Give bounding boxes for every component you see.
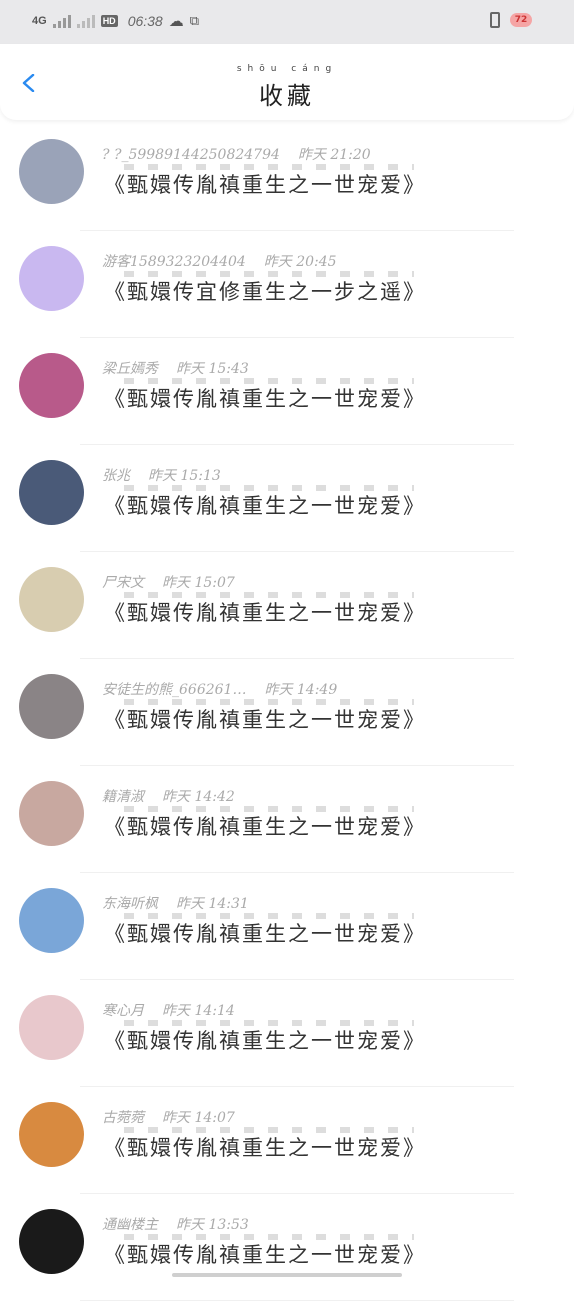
avatar[interactable]: [19, 674, 84, 739]
novel-title[interactable]: 《甄嬛传胤禛重生之一世宠爱》: [104, 918, 426, 948]
comment-time: 昨天 15:43: [176, 361, 249, 377]
avatar[interactable]: [19, 781, 84, 846]
user-name[interactable]: ? ?_599891442508​24794: [102, 147, 280, 163]
user-name[interactable]: 安徒生的熊_666261…: [102, 682, 246, 698]
comment-meta: 通幽楼主 昨天 13:53: [102, 1214, 249, 1234]
comment-meta: 游客15893232044​04 昨天 20:45: [102, 251, 337, 271]
avatar[interactable]: [19, 1209, 84, 1274]
list-item[interactable]: 古菀菀 昨天 14:07 《甄嬛传胤禛重生之一世宠爱》: [0, 1087, 574, 1194]
list-item[interactable]: 安徒生的熊_666261… 昨天 14:49 《甄嬛传胤禛重生之一世宠爱》: [0, 659, 574, 766]
list-item[interactable]: 寒心月 昨天 14:14 《甄嬛传胤禛重生之一世宠爱》: [0, 980, 574, 1087]
novel-title[interactable]: 《甄嬛传胤禛重生之一世宠爱》: [104, 811, 426, 841]
avatar[interactable]: [19, 995, 84, 1060]
novel-title[interactable]: 《甄嬛传胤禛重生之一世宠爱》: [104, 704, 426, 734]
comment-time: 昨天 15:07: [162, 575, 235, 591]
home-indicator[interactable]: [172, 1273, 402, 1277]
novel-title[interactable]: 《甄嬛传宜修重生之一步之遥》: [104, 276, 426, 306]
avatar[interactable]: [19, 246, 84, 311]
novel-title[interactable]: 《甄嬛传胤禛重生之一世宠爱》: [104, 490, 426, 520]
hd-badge: HD: [100, 15, 118, 27]
battery-icon: 72: [510, 13, 532, 27]
user-name[interactable]: 东海听枫: [102, 896, 158, 912]
comment-time: 昨天 14:49: [264, 682, 338, 698]
comment-time: 昨天 14:31: [176, 896, 249, 912]
page-title-pinyin: shōu cáng: [236, 64, 338, 74]
screenshot-icon: ⧉: [189, 13, 200, 28]
comment-time: 昨天 13:53: [176, 1217, 249, 1233]
list-item[interactable]: 游客15893232044​04 昨天 20:45 《甄嬛传宜修重生之一步之遥》: [0, 231, 574, 338]
user-name[interactable]: 通幽楼主: [102, 1217, 158, 1233]
comment-time: 昨天 15:13: [148, 468, 221, 484]
novel-title[interactable]: 《甄嬛传胤禛重生之一世宠爱》: [104, 1239, 426, 1269]
user-name[interactable]: 古菀菀: [102, 1110, 144, 1126]
status-time: 06:38: [127, 13, 163, 29]
page-title: 收藏: [259, 82, 315, 110]
novel-title[interactable]: 《甄嬛传胤禛重生之一世宠爱》: [104, 1025, 426, 1055]
comment-time: 昨天 14:07: [162, 1110, 235, 1126]
favorites-list: ? ?_599891442508​24794 昨天 21:20 《甄嬛传胤禛重生之一…: [0, 124, 574, 1301]
comment-meta: 古菀菀 昨天 14:07: [102, 1107, 235, 1127]
comment-time: 昨天 20:45: [263, 254, 337, 270]
user-name[interactable]: 尸宋文: [102, 575, 144, 591]
comment-time: 昨天 14:14: [162, 1003, 235, 1019]
novel-title[interactable]: 《甄嬛传胤禛重生之一世宠爱》: [104, 1132, 426, 1162]
user-name[interactable]: 张兆: [102, 468, 130, 484]
user-name[interactable]: 游客15893232044​04: [102, 254, 246, 270]
user-name[interactable]: 籍清淑: [102, 789, 144, 805]
user-name[interactable]: 梁丘嫣秀: [102, 361, 158, 377]
cloud-icon: ☁: [168, 13, 184, 30]
avatar[interactable]: [19, 1102, 84, 1167]
avatar[interactable]: [19, 888, 84, 953]
list-item[interactable]: 东海听枫 昨天 14:31 《甄嬛传胤禛重生之一世宠爱》: [0, 873, 574, 980]
novel-title[interactable]: 《甄嬛传胤禛重生之一世宠爱》: [104, 169, 426, 199]
list-item[interactable]: 尸宋文 昨天 15:07 《甄嬛传胤禛重生之一世宠爱》: [0, 552, 574, 659]
novel-title[interactable]: 《甄嬛传胤禛重生之一世宠爱》: [104, 383, 426, 413]
top-header: shōu cáng 收藏: [0, 44, 574, 120]
signal-icon: [52, 14, 71, 28]
signal-2-icon: [76, 14, 95, 28]
avatar[interactable]: [19, 139, 84, 204]
comment-time: 昨天 21:20: [297, 147, 371, 163]
comment-meta: 寒心月 昨天 14:14: [102, 1000, 235, 1020]
avatar[interactable]: [19, 460, 84, 525]
comment-time: 昨天 14:42: [162, 789, 235, 805]
user-name[interactable]: 寒心月: [102, 1003, 144, 1019]
comment-meta: 东海听枫 昨天 14:31: [102, 893, 249, 913]
comment-meta: 梁丘嫣秀 昨天 15:43: [102, 358, 249, 378]
vibrate-icon: [490, 12, 500, 28]
list-item[interactable]: ? ?_599891442508​24794 昨天 21:20 《甄嬛传胤禛重生之一…: [0, 124, 574, 231]
list-item[interactable]: 通幽楼主 昨天 13:53 《甄嬛传胤禛重生之一世宠爱》: [0, 1194, 574, 1301]
avatar[interactable]: [19, 353, 84, 418]
novel-title[interactable]: 《甄嬛传胤禛重生之一世宠爱》: [104, 597, 426, 627]
network-label: 4G: [32, 15, 47, 27]
comment-meta: ? ?_599891442508​24794 昨天 21:20: [102, 144, 371, 164]
comment-meta: 安徒生的熊_666261… 昨天 14:49: [102, 679, 337, 699]
comment-meta: 尸宋文 昨天 15:07: [102, 572, 235, 592]
comment-meta: 籍清淑 昨天 14:42: [102, 786, 235, 806]
list-item[interactable]: 张兆 昨天 15:13 《甄嬛传胤禛重生之一世宠爱》: [0, 445, 574, 552]
list-item[interactable]: 籍清淑 昨天 14:42 《甄嬛传胤禛重生之一世宠爱》: [0, 766, 574, 873]
avatar[interactable]: [19, 567, 84, 632]
comment-meta: 张兆 昨天 15:13: [102, 465, 221, 485]
list-item[interactable]: 梁丘嫣秀 昨天 15:43 《甄嬛传胤禛重生之一世宠爱》: [0, 338, 574, 445]
status-bar: 4G HD 06:38 ☁ ⧉ 72: [0, 0, 574, 44]
